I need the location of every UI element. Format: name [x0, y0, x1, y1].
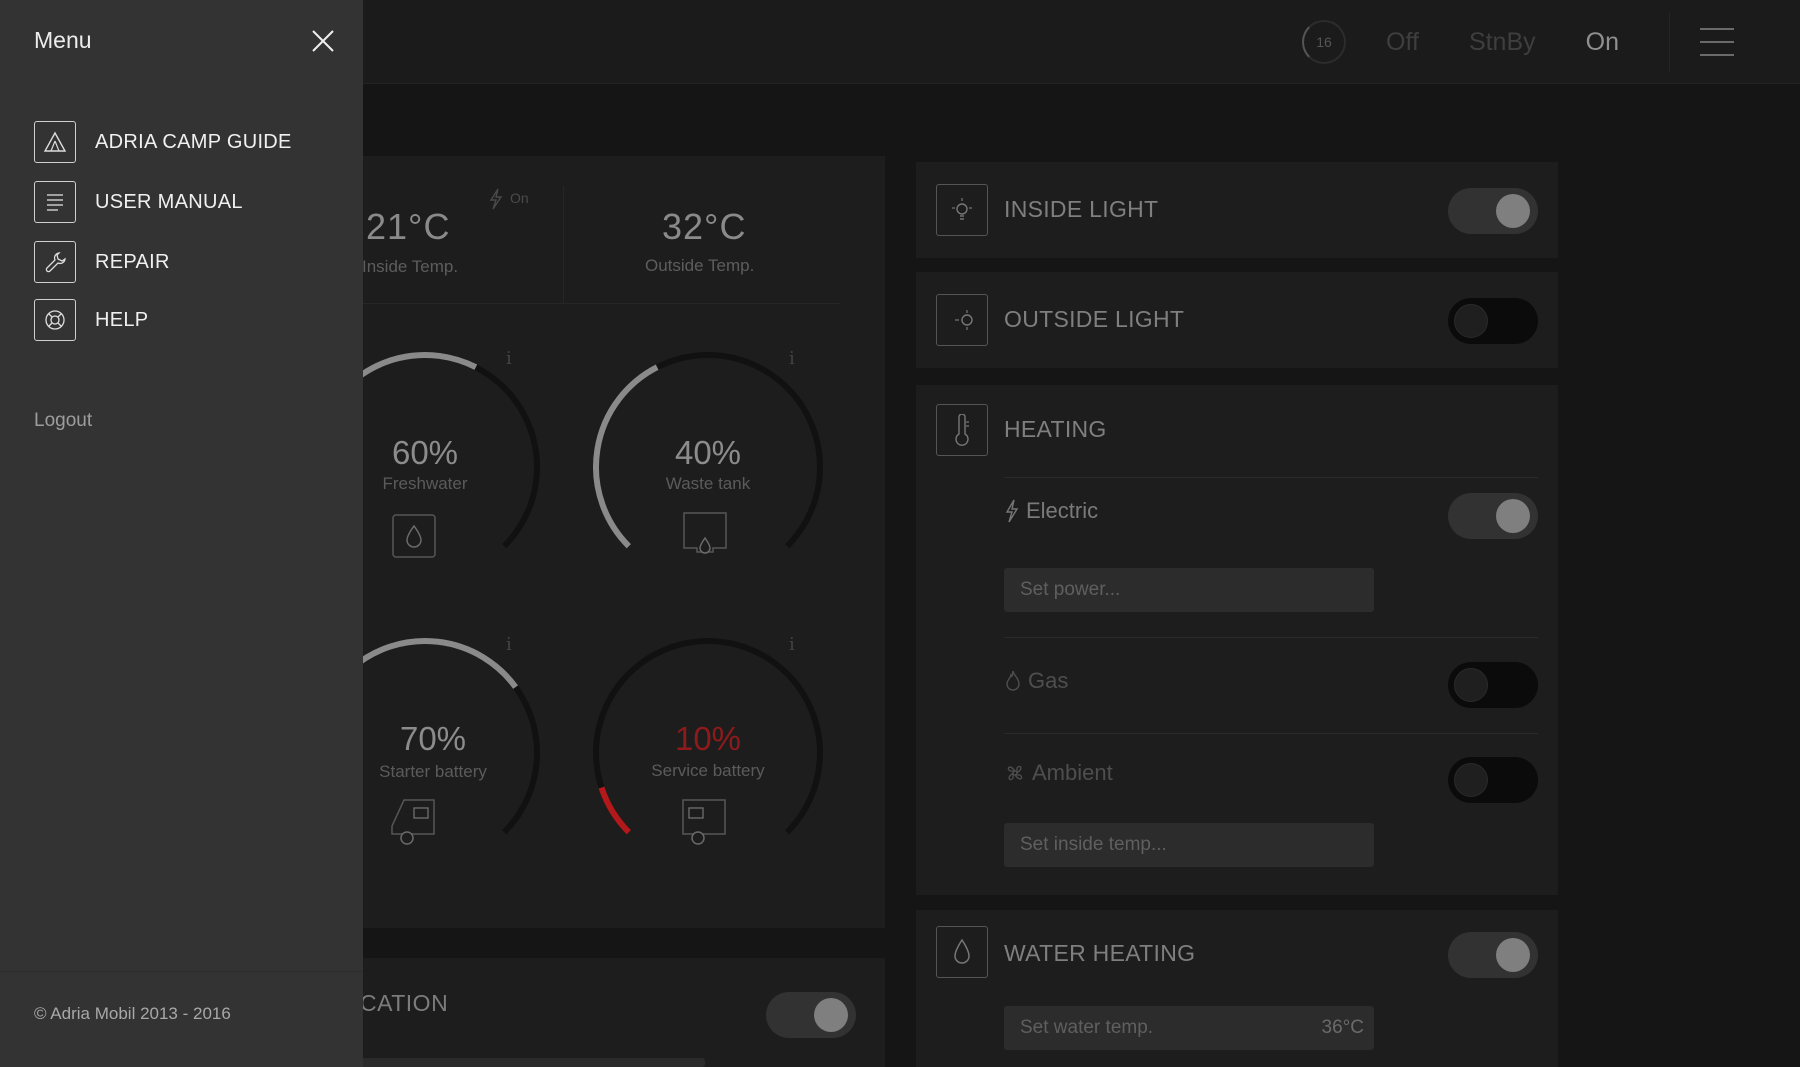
inside-light-card: INSIDE LIGHT	[916, 162, 1558, 258]
menu-item-label: REPAIR	[95, 250, 170, 273]
heating-card: HEATING Electric Set power... Gas Ambien…	[916, 385, 1558, 895]
service-battery-value: 10%	[674, 720, 742, 757]
divider	[1004, 477, 1538, 478]
lifebuoy-icon	[34, 299, 76, 341]
lightning-icon	[488, 188, 504, 215]
water-heating-toggle[interactable]	[1448, 932, 1538, 978]
menu-item-label: HELP	[95, 308, 149, 331]
water-heating-card: WATER HEATING Set water temp. 36°C	[916, 910, 1558, 1067]
card-title: CATION	[360, 990, 449, 1016]
electric-label-text: Electric	[1026, 498, 1099, 523]
heating-title: HEATING	[1004, 416, 1107, 442]
outside-light-card: OUTSIDE LIGHT	[916, 272, 1558, 368]
gauge-fill	[598, 786, 631, 835]
inside-temp-value: 21°C	[366, 206, 451, 247]
inside-light-title: INSIDE LIGHT	[1004, 196, 1159, 222]
outside-temp-value: 32°C	[662, 206, 747, 247]
side-menu: Menu ADRIA CAMP GUIDE USER MANUAL REPAIR…	[0, 0, 363, 1067]
menu-title: Menu	[34, 27, 92, 53]
wrench-icon	[34, 241, 76, 283]
fan-icon	[1007, 765, 1023, 781]
copyright-text: © Adria Mobil 2013 - 2016	[34, 1004, 231, 1023]
waste-tank-value: 40%	[674, 434, 742, 471]
ambient-label: Ambient	[1004, 760, 1113, 786]
set-inside-temp-placeholder: Set inside temp...	[1020, 834, 1167, 855]
menu-item-adria-camp-guide[interactable]: ADRIA CAMP GUIDE	[34, 121, 334, 163]
menu-footer-divider	[0, 971, 363, 972]
lower-left-card: CATION	[300, 958, 885, 1067]
light-bulb-icon	[936, 184, 988, 236]
set-inside-temp-input[interactable]: Set inside temp...	[1004, 823, 1374, 867]
set-water-temp-placeholder: Set water temp.	[1020, 1017, 1154, 1038]
menu-item-label: ADRIA CAMP GUIDE	[95, 130, 292, 153]
lower-left-toggle[interactable]	[766, 992, 856, 1038]
outside-temp-label: Outside Temp.	[645, 256, 755, 275]
power-state-badge: On	[510, 190, 529, 206]
logout-link[interactable]: Logout	[34, 410, 92, 432]
outside-light-title: OUTSIDE LIGHT	[1004, 306, 1185, 332]
close-icon[interactable]	[308, 26, 338, 56]
outside-light-icon	[936, 294, 988, 346]
inside-temp-label: Inside Temp.	[362, 257, 459, 276]
outside-light-toggle[interactable]	[1448, 298, 1538, 344]
gas-label-text: Gas	[1028, 668, 1069, 693]
water-drop-icon	[936, 926, 988, 978]
mode-standby[interactable]: StnBy	[1469, 28, 1536, 57]
tent-icon	[34, 121, 76, 163]
waste-tank-label: Waste tank	[665, 474, 751, 493]
document-icon	[34, 181, 76, 223]
mode-on[interactable]: On	[1586, 28, 1619, 57]
waste-tank-gauge[interactable]: i 40% Waste tank	[583, 342, 833, 592]
notification-counter[interactable]: 16	[1302, 20, 1347, 64]
inside-light-toggle[interactable]	[1448, 188, 1538, 234]
menu-item-help[interactable]: HELP	[34, 299, 334, 341]
flame-icon	[1006, 670, 1020, 691]
set-power-placeholder: Set power...	[1020, 579, 1121, 600]
info-icon[interactable]: i	[789, 348, 795, 369]
gas-label: Gas	[1004, 668, 1068, 694]
top-bar-divider	[1669, 12, 1670, 72]
temperature-row: 21°C Inside Temp. On 32°C Outside Temp.	[300, 156, 840, 304]
service-battery-label: Service battery	[651, 761, 765, 780]
notification-count: 16	[1316, 34, 1332, 50]
ambient-label-text: Ambient	[1032, 760, 1113, 785]
thermometer-icon	[936, 404, 988, 456]
electric-toggle[interactable]	[1448, 493, 1538, 539]
set-power-input[interactable]: Set power...	[1004, 568, 1374, 612]
info-icon[interactable]: i	[789, 634, 795, 655]
temp-divider	[563, 186, 564, 304]
top-bar-controls: 16 Off StnBy On	[1302, 0, 1800, 84]
service-battery-gauge[interactable]: i 10% Service battery	[583, 628, 833, 878]
lightning-icon	[1005, 499, 1019, 523]
ambient-toggle[interactable]	[1448, 757, 1538, 803]
divider	[1004, 733, 1538, 734]
set-water-temp-input[interactable]: Set water temp. 36°C	[1004, 1006, 1374, 1050]
info-icon[interactable]: i	[506, 634, 512, 655]
hamburger-menu-icon[interactable]	[1700, 28, 1734, 56]
menu-item-repair[interactable]: REPAIR	[34, 241, 334, 283]
status-panel: 21°C Inside Temp. On 32°C Outside Temp. …	[300, 156, 885, 928]
menu-item-label: USER MANUAL	[95, 190, 243, 213]
info-icon[interactable]: i	[506, 348, 512, 369]
gas-toggle[interactable]	[1448, 662, 1538, 708]
water-heating-title: WATER HEATING	[1004, 940, 1196, 966]
electric-label: Electric	[1004, 498, 1098, 524]
water-temp-value: 36°C	[1321, 1017, 1364, 1038]
menu-item-user-manual[interactable]: USER MANUAL	[34, 181, 334, 223]
divider	[1004, 637, 1538, 638]
mode-off[interactable]: Off	[1386, 28, 1419, 57]
